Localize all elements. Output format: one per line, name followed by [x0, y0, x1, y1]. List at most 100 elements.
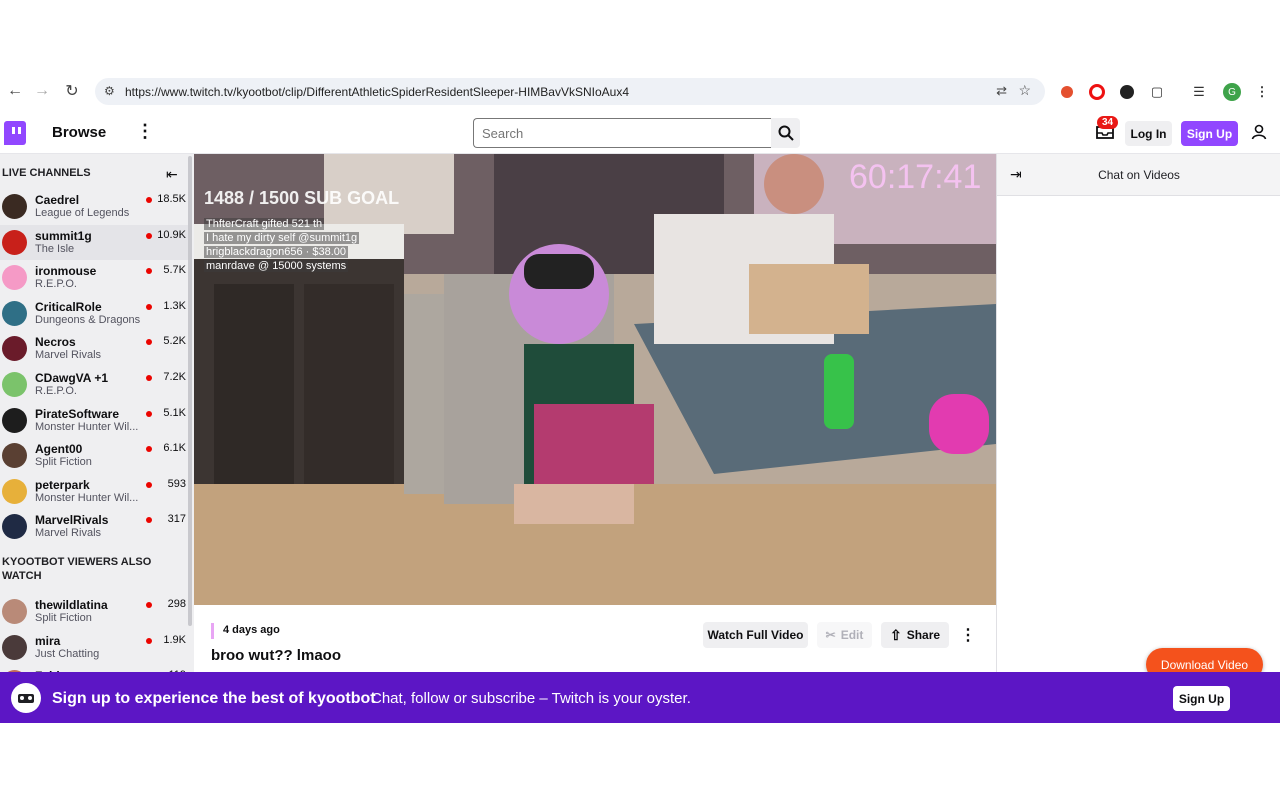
extension-icon[interactable]: [1117, 82, 1137, 102]
sidebar-channel-item[interactable]: Necros Marvel Rivals 5.2K: [0, 331, 190, 366]
viewer-count: 298: [167, 598, 186, 610]
avatar: [2, 478, 27, 504]
login-button[interactable]: Log In: [1125, 121, 1172, 146]
stream-alert-line: I hate my dirty self @summit1g: [204, 232, 360, 244]
channel-category: Marvel Rivals: [35, 349, 102, 362]
chat-header: ⇥ Chat on Videos: [996, 154, 1280, 196]
watch-full-video-button[interactable]: Watch Full Video: [703, 622, 808, 648]
avatar: [2, 407, 27, 433]
channel-category: The Isle: [35, 242, 75, 255]
stream-timer-overlay: 60:17:41: [849, 158, 982, 196]
viewer-count: 317: [167, 513, 186, 526]
profile-avatar[interactable]: G: [1222, 82, 1242, 102]
chat-title: Chat on Videos: [1098, 168, 1180, 182]
share-icon: ⇧: [889, 626, 902, 643]
more-options-icon[interactable]: ⋮: [960, 625, 976, 645]
forward-icon[interactable]: →: [27, 76, 57, 106]
sub-goal-overlay: 1488 / 1500 SUB GOAL: [204, 188, 400, 208]
sidebar-channel-item[interactable]: mira Just Chatting 1.9K: [0, 630, 190, 665]
signup-banner: Sign up to experience the best of kyootb…: [0, 672, 1280, 723]
channel-name: Necros: [35, 335, 76, 350]
search-icon: [778, 125, 794, 141]
signup-button[interactable]: Sign Up: [1181, 121, 1238, 146]
viewer-count: 18.5K: [157, 193, 186, 205]
viewer-count: 593: [167, 477, 186, 490]
avatar: [2, 300, 27, 326]
banner-signup-button[interactable]: Sign Up: [1173, 686, 1230, 711]
sidebar-channel-item[interactable]: PirateSoftware Monster Hunter Wil... 5.1K: [0, 403, 190, 438]
sidebar-channel-item[interactable]: Agent00 Split Fiction 6.1K: [0, 438, 190, 473]
glitch-mascot-icon: [11, 683, 41, 713]
live-indicator-icon: [146, 268, 152, 275]
channel-name: mira: [35, 633, 61, 648]
clip-age: 4 days ago: [223, 624, 280, 636]
channel-category: R.E.P.O.: [35, 278, 77, 291]
reload-icon[interactable]: ↻: [57, 76, 87, 106]
viewer-count: 5.1K: [163, 406, 186, 419]
page: ← → ↻ ⚙ https://www.twitch.tv/kyootbot/c…: [0, 0, 1280, 800]
site-settings-icon[interactable]: ⚙: [104, 84, 115, 98]
viewer-count: 6.1K: [163, 442, 186, 455]
avatar: [2, 514, 27, 540]
channel-category: Dungeons & Dragons: [35, 313, 141, 326]
channel-name: summit1g: [35, 228, 92, 243]
share-button[interactable]: ⇧ Share: [881, 622, 949, 648]
channel-category: League of Legends: [35, 207, 130, 219]
live-indicator-icon: [146, 602, 152, 608]
url-text: https://www.twitch.tv/kyootbot/clip/Diff…: [125, 84, 629, 99]
edit-button[interactable]: ✂ Edit: [817, 622, 872, 648]
user-icon[interactable]: [1251, 124, 1267, 140]
edit-label: Edit: [840, 628, 864, 642]
also-watch-heading: KYOOTBOT VIEWERS ALSO WATCH: [2, 556, 152, 582]
channel-category: Split Fiction: [35, 612, 92, 624]
sidebar-channel-item[interactable]: CDawgVA +1 R.E.P.O. 7.2K: [0, 367, 190, 402]
chat-panel: [996, 196, 1280, 672]
sidebar-channel-item[interactable]: ironmouse R.E.P.O. 5.7K: [0, 260, 190, 295]
sidebar-channel-item[interactable]: summit1g The Isle 10.9K: [0, 224, 190, 260]
search-button[interactable]: [771, 118, 800, 148]
sidebar-channel-item[interactable]: thewildlatina Split Fiction 298: [0, 594, 190, 629]
back-icon[interactable]: ←: [0, 76, 30, 106]
sidebar-channel-item[interactable]: Faith119: [0, 665, 190, 672]
avatar: [2, 634, 27, 660]
extension-icon[interactable]: [1057, 82, 1077, 102]
sidebar-channel-item[interactable]: MarvelRivals Marvel Rivals 317: [0, 509, 190, 544]
more-options-icon[interactable]: ⋮: [136, 121, 154, 142]
live-indicator-icon: [146, 303, 152, 310]
opera-icon[interactable]: [1087, 82, 1107, 102]
sidebar-channel-item[interactable]: peterpark Monster Hunter Wil... 593: [0, 474, 190, 509]
bookmark-star-icon[interactable]: ☆: [1018, 82, 1031, 99]
channel-category: Just Chatting: [35, 647, 100, 660]
viewer-count: 1.9K: [163, 633, 186, 646]
video-player[interactable]: 1488 / 1500 SUB GOAL ThfterCraft gifted …: [194, 154, 996, 605]
live-indicator-icon: [146, 481, 152, 488]
stream-alert-line: hrigblackdragon656 · $38.00: [204, 246, 349, 258]
browse-link[interactable]: Browse: [52, 124, 106, 141]
avatar: [2, 194, 27, 219]
channel-name: peterpark: [35, 477, 90, 492]
stream-alert-line: manrdave @ 15000 systems: [204, 260, 349, 272]
media-control-icon[interactable]: ☰: [1189, 82, 1209, 102]
address-bar[interactable]: ⚙ https://www.twitch.tv/kyootbot/clip/Di…: [95, 78, 1045, 105]
translate-icon[interactable]: ⇄: [996, 83, 1007, 99]
avatar: [2, 336, 27, 362]
extensions-puzzle-icon[interactable]: ▢: [1147, 82, 1167, 102]
collapse-sidebar-icon[interactable]: ⇤: [166, 166, 178, 183]
live-indicator-icon: [146, 517, 152, 524]
avatar: [2, 229, 27, 255]
sidebar: LIVE CHANNELS ⇤ Caedrel League of Legends…: [0, 154, 194, 672]
viewer-count: 5.7K: [163, 264, 186, 277]
search-input[interactable]: [473, 118, 771, 148]
banner-text: Chat, follow or subscribe – Twitch is yo…: [371, 690, 691, 707]
sidebar-channel-item[interactable]: Caedrel League of Legends 18.5K: [0, 189, 190, 224]
twitch-logo-icon[interactable]: [4, 121, 26, 145]
clip-info: 4 days ago broo wut?? lmaoo Watch Full V…: [194, 605, 996, 672]
browser-menu-icon[interactable]: ⋮: [1252, 82, 1272, 102]
live-channels-heading: LIVE CHANNELS: [2, 167, 91, 179]
live-indicator-icon: [146, 375, 152, 381]
viewer-count: 10.9K: [157, 228, 186, 241]
channel-name: Agent00: [35, 442, 83, 457]
sidebar-scrollbar[interactable]: [188, 156, 192, 626]
sidebar-channel-item[interactable]: CriticalRole Dungeons & Dragons 1.3K: [0, 296, 190, 331]
channel-category: R.E.P.O.: [35, 385, 77, 397]
